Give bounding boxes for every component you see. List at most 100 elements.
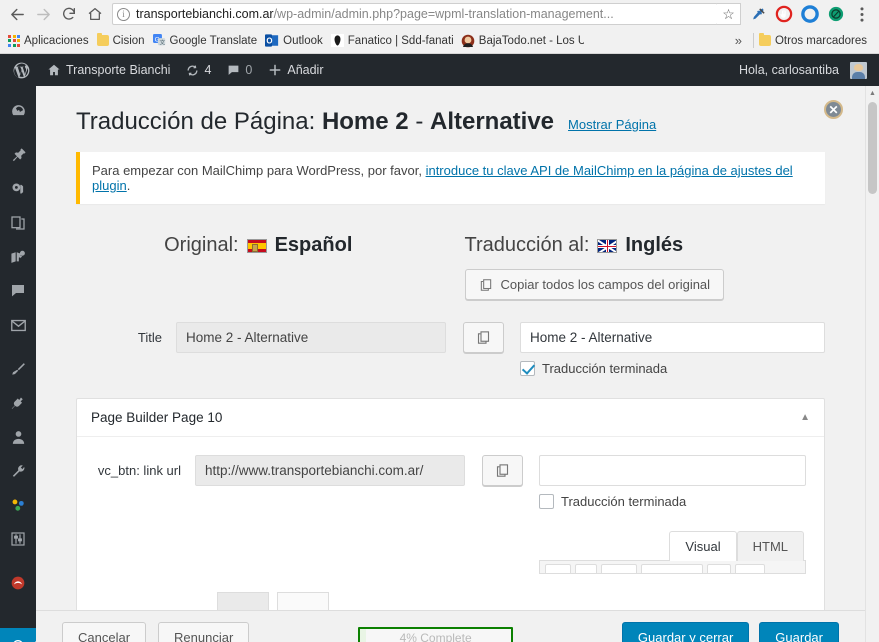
page-builder-panel-header[interactable]: Page Builder Page 10 ▲ — [77, 399, 824, 437]
chevron-up-icon[interactable]: ▲ — [800, 412, 810, 423]
close-icon[interactable]: ✕ — [824, 100, 843, 119]
bookmark-google-translate[interactable]: G文 Google Translate — [151, 34, 264, 47]
comments-count: 0 — [245, 63, 253, 77]
toolbar-button[interactable] — [735, 564, 765, 573]
copy-field-button-vcbtn-url[interactable] — [481, 455, 523, 486]
save-and-close-button[interactable]: Guardar y cerrar — [621, 622, 750, 642]
forward-button[interactable] — [30, 1, 56, 27]
tab-visual[interactable]: Visual — [669, 531, 737, 561]
user-icon — [10, 429, 27, 446]
show-page-link[interactable]: Mostrar Página — [568, 117, 656, 132]
translation-input-vcbtn-url[interactable] — [539, 455, 806, 486]
copy-icon — [479, 278, 493, 292]
chrome-menu-icon[interactable] — [849, 1, 875, 27]
admin-main: ✕ Traducción de Página: Home 2 - Alterna… — [36, 86, 879, 642]
updates-count: 4 — [204, 63, 212, 77]
field-copy-cell — [465, 455, 539, 486]
bookmarks-overflow-button[interactable]: » — [727, 33, 750, 48]
tab-html[interactable]: HTML — [736, 531, 804, 561]
sidebar-item-dashboard[interactable] — [0, 94, 36, 128]
sidebar-item-portfolio[interactable] — [0, 240, 36, 274]
bajatodo-icon — [461, 34, 475, 48]
wordpress-logo-icon — [12, 61, 31, 80]
vertical-scrollbar[interactable]: ▲ ▼ — [865, 86, 879, 642]
sidebar-item-mail[interactable] — [0, 308, 36, 342]
bookmark-outlook[interactable]: O Outlook — [263, 34, 329, 47]
bookmark-cision[interactable]: Cision — [95, 33, 151, 47]
translation-done-row-title[interactable]: Traducción terminada — [520, 361, 825, 376]
account-menu[interactable]: Hola, carlosantiba — [731, 54, 875, 86]
sidebar-item-comments[interactable] — [0, 274, 36, 308]
site-name-label: Transporte Bianchi — [66, 63, 171, 77]
toolbar-button[interactable] — [601, 564, 637, 573]
bookmark-bajatodo[interactable]: BajaTodo.net - Los U — [459, 34, 590, 48]
updates-menu[interactable]: 4 — [178, 54, 219, 86]
svg-text:文: 文 — [159, 39, 165, 47]
translation-input-title[interactable]: Home 2 - Alternative — [520, 322, 825, 353]
home-button[interactable] — [82, 1, 108, 27]
green-circle-extension-icon[interactable] — [823, 1, 849, 27]
toolbar-button[interactable] — [707, 564, 731, 573]
original-column: Original: Español — [76, 234, 451, 300]
cancel-button[interactable]: Cancelar — [62, 622, 147, 642]
page-builder-panel-title: Page Builder Page 10 — [91, 410, 223, 425]
sidebar-collapse-button[interactable] — [0, 628, 37, 642]
reload-button[interactable] — [56, 1, 82, 27]
toolbar-button[interactable] — [575, 564, 597, 573]
sidebar-item-plugins[interactable] — [0, 386, 36, 420]
editor-tabs: Visual HTML — [539, 531, 806, 561]
sidebar-item-tools[interactable] — [0, 454, 36, 488]
copy-field-button-title[interactable] — [462, 322, 504, 353]
eyedropper-extension-icon[interactable] — [745, 1, 771, 27]
comments-menu[interactable]: 0 — [219, 54, 260, 86]
field-copy-cell — [446, 322, 520, 353]
bookmark-label: Aplicaciones — [24, 34, 89, 47]
address-bar[interactable]: i transportebianchi.com.ar/wp-admin/admi… — [112, 3, 718, 25]
sidebar-item-mailchimp[interactable] — [0, 566, 36, 600]
copy-all-fields-button[interactable]: Copiar todos los campos del original — [464, 269, 725, 300]
bookmark-star-icon[interactable]: ☆ — [717, 3, 741, 25]
wrench-icon — [10, 463, 27, 480]
translation-done-row-vcbtn-url[interactable]: Traducción terminada — [539, 494, 806, 509]
sidebar-item-appearance[interactable] — [0, 352, 36, 386]
sidebar-item-pages[interactable] — [0, 206, 36, 240]
greeting-label: Hola, carlosantiba — [738, 63, 839, 77]
progress-label: 4% Complete — [399, 630, 472, 642]
new-content-menu[interactable]: Añadir — [260, 54, 331, 86]
plug-icon — [10, 395, 27, 412]
scroll-up-button[interactable]: ▲ — [866, 86, 879, 100]
sidebar-item-users[interactable] — [0, 420, 36, 454]
back-button[interactable] — [4, 1, 30, 27]
comment-bubble-icon — [10, 283, 26, 299]
partial-element — [217, 592, 269, 610]
sidebar-item-media[interactable] — [0, 172, 36, 206]
bookmark-other-bookmarks[interactable]: Otros marcadores — [757, 33, 873, 47]
resign-button[interactable]: Renunciar — [158, 622, 250, 642]
progress-wrapper: 4% Complete — [261, 627, 610, 642]
blue-circle-extension-icon[interactable] — [797, 1, 823, 27]
page-info-icon[interactable]: i — [117, 7, 130, 21]
sidebar-item-wpml[interactable] — [0, 488, 36, 522]
original-label: Original: — [164, 234, 239, 256]
bookmark-apps[interactable]: Aplicaciones — [6, 34, 95, 47]
adblock-extension-icon[interactable] — [771, 1, 797, 27]
partial-element — [277, 592, 329, 610]
sidebar-item-settings[interactable] — [0, 522, 36, 556]
editor-toolbar[interactable] — [539, 560, 806, 574]
translation-done-checkbox-title[interactable] — [520, 361, 535, 376]
toolbar-button[interactable] — [641, 564, 703, 573]
translation-done-checkbox-vcbtn-url[interactable] — [539, 494, 554, 509]
scrollbar-thumb[interactable] — [868, 102, 877, 194]
wp-logo-menu[interactable] — [4, 54, 39, 86]
save-button[interactable]: Guardar — [759, 622, 839, 642]
field-original: Home 2 - Alternative — [176, 322, 446, 353]
toolbar-button[interactable] — [545, 564, 571, 573]
sidebar-item-posts[interactable] — [0, 138, 36, 172]
bookmark-fanatico[interactable]: Fanatico | Sdd-fanatic — [329, 34, 459, 47]
pages-icon — [10, 215, 26, 231]
fanatico-icon — [330, 34, 344, 47]
partial-row-below — [77, 592, 824, 610]
field-row-vcbtn-url: vc_btn: link url http://www.transportebi… — [77, 455, 824, 574]
site-name-menu[interactable]: Transporte Bianchi — [39, 54, 178, 86]
field-label: Title — [137, 330, 162, 345]
